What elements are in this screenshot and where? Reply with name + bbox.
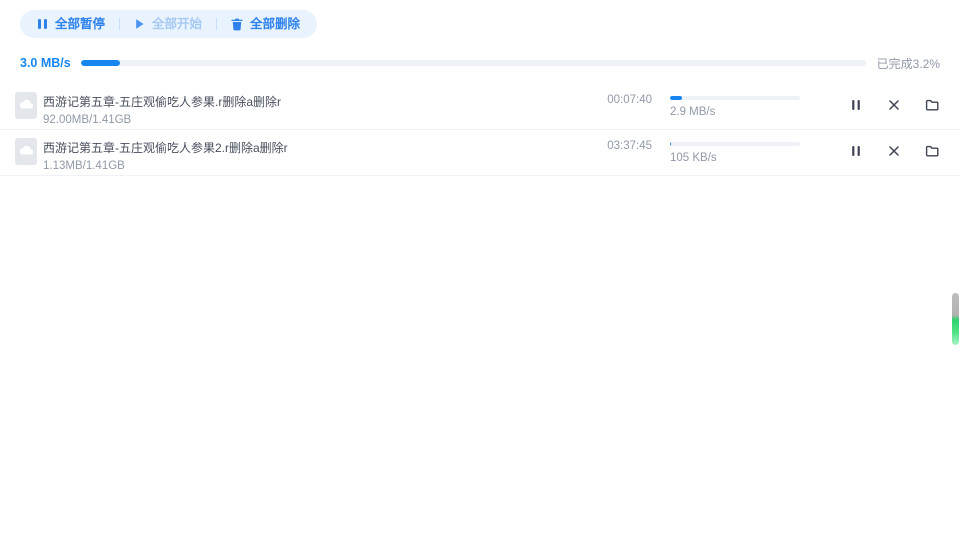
file-icon — [15, 138, 37, 165]
file-name: 西游记第五章-五庄观偷吃人参果.r删除a删除r — [43, 95, 281, 109]
start-all-label: 全部开始 — [152, 16, 203, 31]
delete-all-button[interactable]: 全部删除 — [231, 18, 300, 31]
overall-progress-bar — [80, 60, 866, 66]
file-name: 西游记第五章-五庄观偷吃人参果2.r删除a删除r — [43, 141, 288, 155]
time-remaining: 00:07:40 — [607, 94, 652, 106]
start-all-button[interactable]: 全部开始 — [134, 18, 202, 31]
row-actions — [848, 138, 940, 159]
pause-all-button[interactable]: 全部暂停 — [37, 18, 105, 31]
toolbar: 全部暂停 全部开始 全部删除 — [20, 10, 318, 38]
file-size: 1.13MB/1.41GB — [43, 160, 125, 172]
toolbar-divider — [216, 18, 218, 30]
remove-button[interactable] — [886, 143, 902, 159]
download-speed: 105 KB/s — [670, 152, 717, 164]
pause-button[interactable] — [848, 143, 864, 159]
row-actions — [848, 92, 940, 113]
row-progress-fill — [670, 96, 682, 100]
row-progress: 2.9 MB/s — [670, 92, 800, 118]
trash-icon — [231, 18, 243, 31]
download-manager-window: 全部暂停 全部开始 全部删除 3.0 MB/s 已完成3.2% 西游记第五章-五… — [0, 0, 960, 552]
delete-all-label: 全部删除 — [250, 16, 301, 31]
file-icon — [15, 92, 37, 119]
pause-icon — [37, 18, 48, 30]
row-progress: 105 KB/s — [670, 138, 800, 164]
row-progress-bar — [670, 142, 800, 146]
toolbar-divider — [119, 18, 121, 30]
play-icon — [134, 18, 145, 30]
download-row[interactable]: 西游记第五章-五庄观偷吃人参果.r删除a删除r 92.00MB/1.41GB 0… — [0, 84, 960, 130]
row-progress-bar — [670, 96, 800, 100]
download-speed: 2.9 MB/s — [670, 106, 716, 118]
pause-button[interactable] — [848, 97, 864, 113]
file-meta: 西游记第五章-五庄观偷吃人参果2.r删除a删除r 1.13MB/1.41GB — [43, 138, 592, 172]
file-size: 92.00MB/1.41GB — [43, 114, 132, 126]
pause-all-label: 全部暂停 — [55, 16, 106, 31]
overall-progress-fill — [80, 60, 120, 66]
file-meta: 西游记第五章-五庄观偷吃人参果.r删除a删除r 92.00MB/1.41GB — [43, 92, 592, 126]
time-remaining: 03:37:45 — [607, 140, 652, 152]
download-list: 西游记第五章-五庄观偷吃人参果.r删除a删除r 92.00MB/1.41GB 0… — [0, 84, 960, 176]
row-progress-fill — [670, 142, 672, 146]
open-folder-button[interactable] — [924, 97, 940, 113]
download-row[interactable]: 西游记第五章-五庄观偷吃人参果2.r删除a删除r 1.13MB/1.41GB 0… — [0, 130, 960, 176]
completed-label: 已完成3.2% — [876, 56, 940, 71]
total-speed: 3.0 MB/s — [20, 56, 71, 70]
overall-progress-row: 3.0 MB/s 已完成3.2% — [20, 55, 940, 71]
scrollbar-thumb[interactable] — [952, 293, 959, 345]
remove-button[interactable] — [886, 97, 902, 113]
open-folder-button[interactable] — [924, 143, 940, 159]
